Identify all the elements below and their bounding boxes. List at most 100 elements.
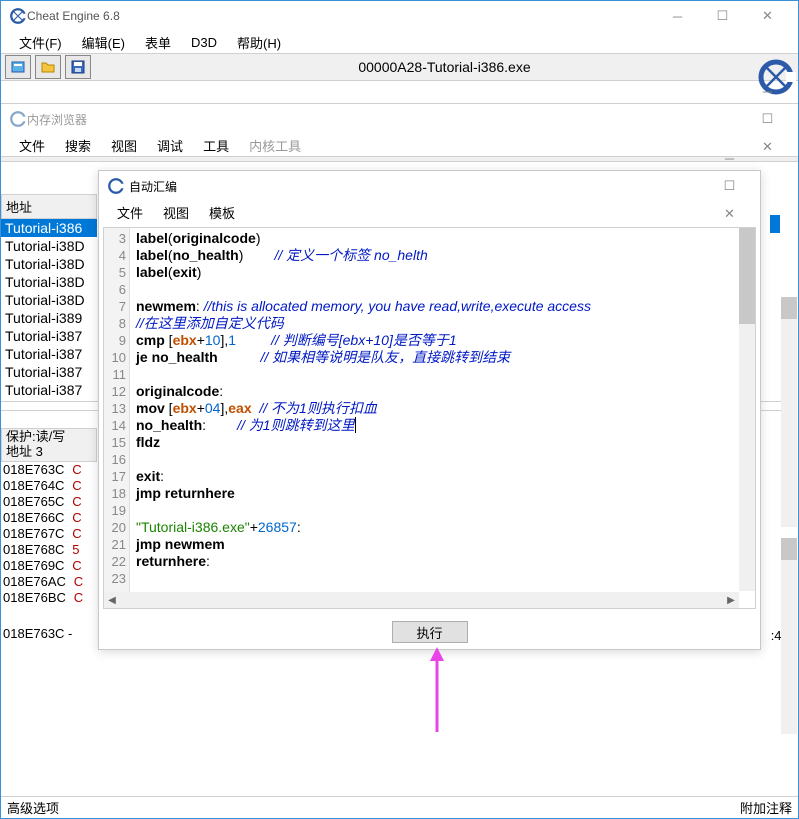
asm-menu-view[interactable]: 视图 bbox=[153, 201, 199, 224]
hex-row[interactable]: 018E768C 5 bbox=[1, 542, 97, 558]
mem-maximize-button[interactable]: ☐ bbox=[745, 105, 790, 133]
open-file-button[interactable] bbox=[35, 55, 61, 79]
advanced-options-link[interactable]: 高级选项 bbox=[7, 798, 59, 817]
code-line[interactable]: fldz bbox=[136, 434, 749, 451]
mem-menubar: 文件 搜索 视图 调试 工具 内核工具 bbox=[1, 134, 798, 156]
code-editor[interactable]: 34567891011121314151617181920212223 labe… bbox=[103, 227, 756, 609]
code-line[interactable]: //在这里添加自定义代码 bbox=[136, 315, 749, 332]
code-line[interactable]: originalcode: bbox=[136, 383, 749, 400]
asm-menu-template[interactable]: 模板 bbox=[199, 201, 245, 224]
hex-row[interactable]: 018E764C C bbox=[1, 478, 97, 494]
save-button[interactable] bbox=[65, 55, 91, 79]
protect-addr-label: 地址 3 bbox=[6, 445, 92, 460]
auto-assembler-window: 自动汇编 ─ ☐ ✕ 文件 视图 模板 34567891011121314151… bbox=[98, 170, 761, 650]
disasm-scrollbar[interactable] bbox=[781, 297, 797, 527]
code-line[interactable]: exit: bbox=[136, 468, 749, 485]
app-icon bbox=[9, 110, 27, 128]
scroll-left-icon[interactable]: ◀ bbox=[104, 592, 120, 608]
code-vscrollbar[interactable] bbox=[739, 228, 755, 591]
mem-minimize-button[interactable]: ─ bbox=[745, 77, 790, 105]
mem-title: 内存浏览器 bbox=[27, 111, 745, 128]
asm-close-button[interactable]: ✕ bbox=[707, 200, 752, 228]
code-line[interactable] bbox=[136, 570, 749, 587]
asm-title: 自动汇编 bbox=[129, 178, 707, 195]
disasm-row[interactable]: Tutorial-i389 bbox=[1, 309, 97, 327]
scroll-right-icon[interactable]: ▶ bbox=[723, 592, 739, 608]
menu-table[interactable]: 表单 bbox=[135, 31, 181, 54]
mem-menu-kernel[interactable]: 内核工具 bbox=[239, 134, 311, 157]
code-line[interactable]: mov [ebx+04],eax // 不为1则执行扣血 bbox=[136, 400, 749, 417]
maximize-button[interactable]: ☐ bbox=[700, 2, 745, 30]
asm-maximize-button[interactable]: ☐ bbox=[707, 172, 752, 200]
code-line[interactable]: jmp newmem bbox=[136, 536, 749, 553]
menu-file[interactable]: 文件(F) bbox=[9, 31, 72, 54]
disasm-row[interactable]: Tutorial-i38D bbox=[1, 291, 97, 309]
hex-row[interactable]: 018E763C C bbox=[1, 462, 97, 478]
code-line[interactable]: label(no_health) // 定义一个标签 no_helth bbox=[136, 247, 749, 264]
code-line[interactable] bbox=[136, 366, 749, 383]
asm-menubar: 文件 视图 模板 bbox=[99, 201, 760, 223]
hex-dump-column: 保护:读/写 地址 3 018E763C C018E764C C018E765C… bbox=[1, 428, 97, 606]
app-icon bbox=[9, 7, 27, 25]
disasm-row[interactable]: Tutorial-i387 bbox=[1, 381, 97, 399]
address-column-header[interactable]: 地址 bbox=[1, 194, 97, 219]
disasm-row[interactable]: Tutorial-i387 bbox=[1, 327, 97, 345]
hex-row[interactable]: 018E769C C bbox=[1, 558, 97, 574]
disasm-row[interactable]: Tutorial-i386 bbox=[1, 219, 97, 237]
code-line[interactable] bbox=[136, 451, 749, 468]
main-menubar: 文件(F) 编辑(E) 表单 D3D 帮助(H) bbox=[1, 31, 798, 53]
code-line[interactable]: jmp returnhere bbox=[136, 485, 749, 502]
mem-menu-tools[interactable]: 工具 bbox=[193, 134, 239, 157]
code-line[interactable]: newmem: //this is allocated memory, you … bbox=[136, 298, 749, 315]
menu-edit[interactable]: 编辑(E) bbox=[72, 31, 135, 54]
open-process-button[interactable] bbox=[5, 55, 31, 79]
code-line[interactable]: "Tutorial-i386.exe"+26857: bbox=[136, 519, 749, 536]
line-gutter: 34567891011121314151617181920212223 bbox=[104, 228, 130, 608]
asm-titlebar: 自动汇编 ─ ☐ ✕ bbox=[99, 171, 760, 201]
code-line[interactable]: returnhere: bbox=[136, 553, 749, 570]
hex-scrollbar[interactable] bbox=[781, 538, 797, 734]
main-titlebar: Cheat Engine 6.8 ─ ☐ ✕ bbox=[1, 1, 798, 31]
disasm-row[interactable]: Tutorial-i38D bbox=[1, 237, 97, 255]
disasm-row[interactable]: Tutorial-i38D bbox=[1, 255, 97, 273]
asm-menu-file[interactable]: 文件 bbox=[107, 201, 153, 224]
disasm-address-column: 地址 Tutorial-i386Tutorial-i38DTutorial-i3… bbox=[1, 194, 97, 399]
code-line[interactable]: label(originalcode) bbox=[136, 230, 749, 247]
hex-row[interactable]: 018E767C C bbox=[1, 526, 97, 542]
mem-menu-search[interactable]: 搜索 bbox=[55, 134, 101, 157]
code-line[interactable]: je no_health // 如果相等说明是队友，直接跳转到结束 bbox=[136, 349, 749, 366]
hex-row[interactable]: 018E76BC C bbox=[1, 590, 97, 606]
selection-marker bbox=[770, 215, 780, 233]
close-button[interactable]: ✕ bbox=[745, 2, 790, 30]
disasm-row[interactable]: Tutorial-i38D bbox=[1, 273, 97, 291]
code-hscrollbar[interactable]: ◀ ▶ bbox=[104, 592, 739, 608]
protect-header: 保护:读/写 地址 3 bbox=[1, 428, 97, 462]
main-title: Cheat Engine 6.8 bbox=[27, 9, 655, 23]
code-line[interactable]: cmp [ebx+10],1 // 判断编号[ebx+10]是否等于1 bbox=[136, 332, 749, 349]
minimize-button[interactable]: ─ bbox=[655, 2, 700, 30]
code-body[interactable]: label(originalcode)label(no_health) // 定… bbox=[130, 228, 755, 608]
annotation-arrow-icon bbox=[427, 647, 447, 737]
menu-d3d[interactable]: D3D bbox=[181, 33, 227, 52]
code-line[interactable] bbox=[136, 281, 749, 298]
asm-minimize-button[interactable]: ─ bbox=[707, 144, 752, 172]
disasm-row[interactable]: Tutorial-i387 bbox=[1, 345, 97, 363]
mem-menu-view[interactable]: 视图 bbox=[101, 134, 147, 157]
status-address: 018E763C - bbox=[3, 626, 72, 641]
mem-separator bbox=[1, 156, 798, 162]
mem-titlebar: 内存浏览器 ─ ☐ ✕ bbox=[1, 104, 798, 134]
disasm-row[interactable]: Tutorial-i387 bbox=[1, 363, 97, 381]
mem-menu-debug[interactable]: 调试 bbox=[147, 134, 193, 157]
code-line[interactable]: no_health: // 为1则跳转到这里 bbox=[136, 417, 749, 434]
hex-row[interactable]: 018E765C C bbox=[1, 494, 97, 510]
code-line[interactable]: label(exit) bbox=[136, 264, 749, 281]
hex-row[interactable]: 018E766C C bbox=[1, 510, 97, 526]
add-comment-link[interactable]: 附加注释 bbox=[740, 798, 792, 817]
execute-button[interactable]: 执行 bbox=[392, 621, 468, 643]
menu-help[interactable]: 帮助(H) bbox=[227, 31, 291, 54]
bottom-bar: 高级选项 附加注释 bbox=[1, 796, 798, 818]
app-icon bbox=[107, 177, 125, 195]
code-line[interactable] bbox=[136, 502, 749, 519]
hex-row[interactable]: 018E76AC C bbox=[1, 574, 97, 590]
mem-menu-file[interactable]: 文件 bbox=[9, 134, 55, 157]
